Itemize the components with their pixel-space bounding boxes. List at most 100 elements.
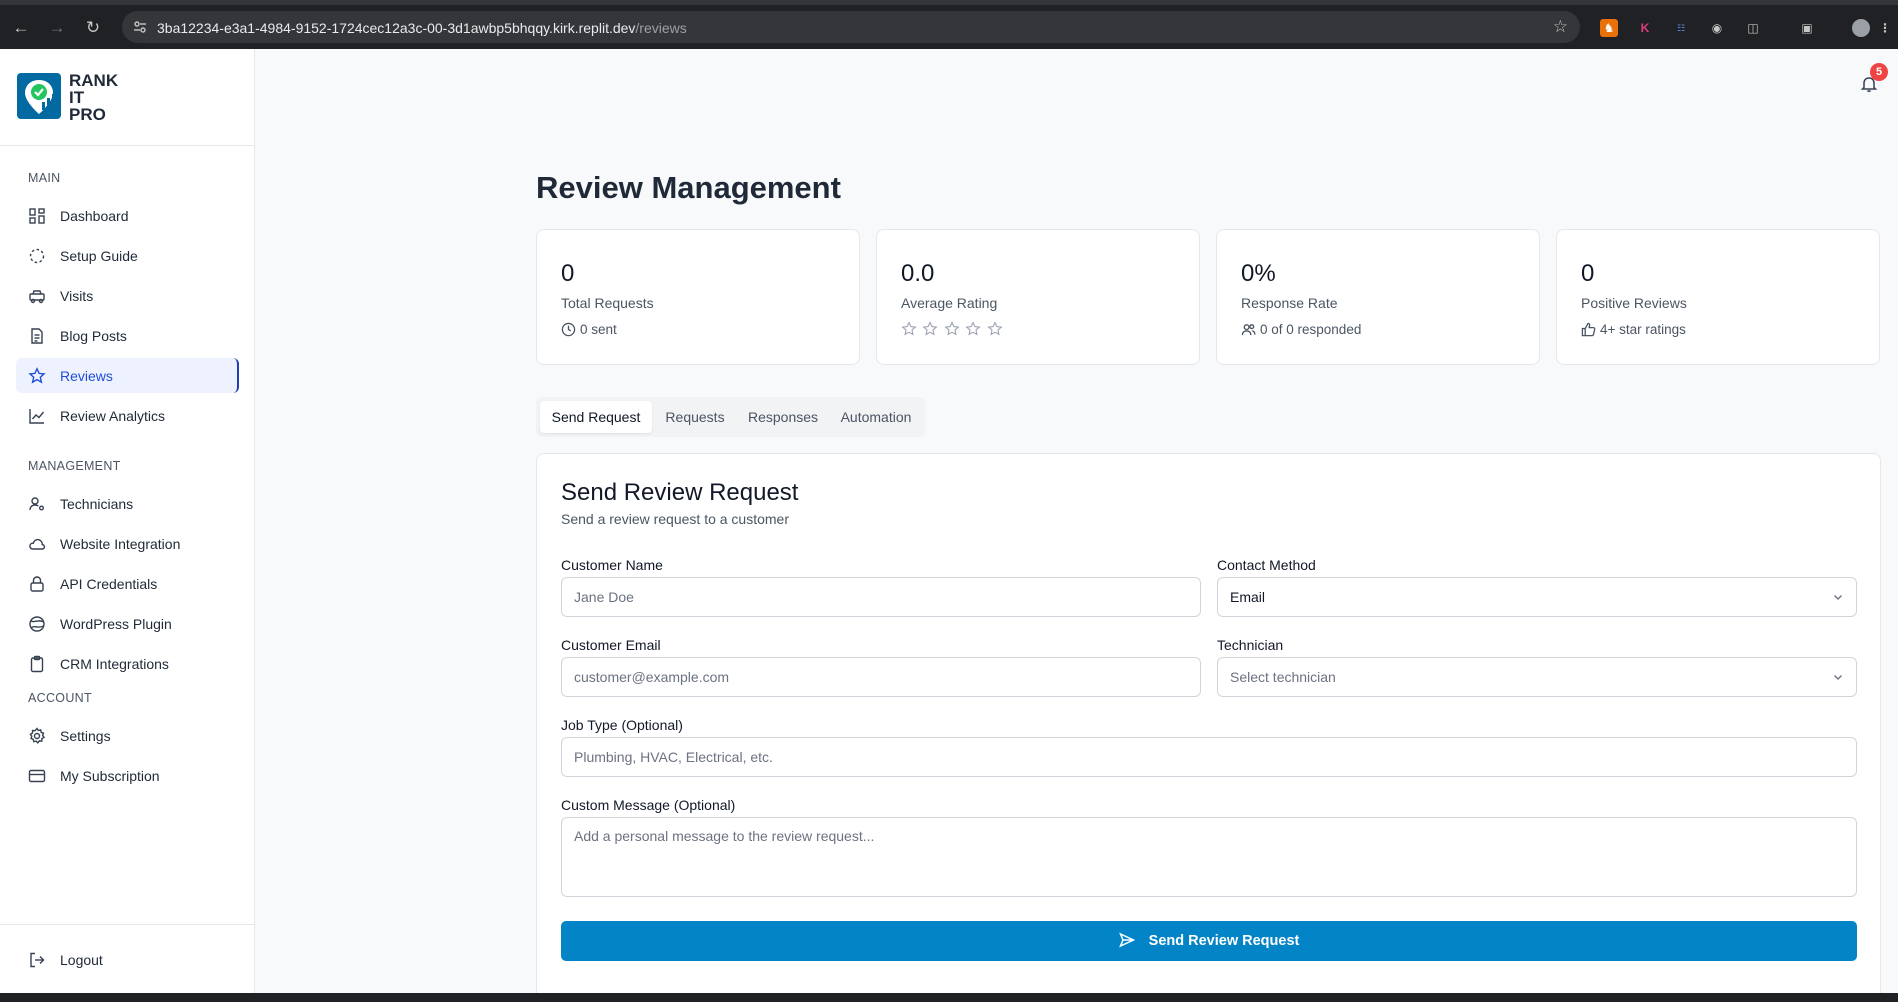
stat-sub: 0 sent	[561, 322, 617, 337]
sidebar-item-label: Technicians	[60, 496, 134, 512]
tab-responses[interactable]: Responses	[736, 401, 830, 433]
stat-card-response-rate: 0% Response Rate 0 of 0 responded	[1216, 229, 1540, 365]
clock-icon	[561, 322, 576, 337]
sidebar-item-blog-posts[interactable]: Blog Posts	[16, 318, 239, 353]
sidebar-item-technicians[interactable]: Technicians	[16, 486, 239, 521]
address-bar[interactable]: 3ba12234-e3a1-4984-9152-1724cec12a3c-00-…	[122, 11, 1580, 43]
stat-value: 0	[561, 260, 575, 287]
cloud-icon	[29, 538, 46, 550]
stat-sub: 4+ star ratings	[1581, 322, 1686, 337]
tab-send-request[interactable]: Send Request	[540, 401, 652, 433]
logout-label: Logout	[60, 952, 103, 968]
send-icon	[1118, 932, 1135, 948]
url-text: 3ba12234-e3a1-4984-9152-1724cec12a3c-00-…	[157, 20, 687, 36]
extension-icon[interactable]: ♞	[1600, 19, 1618, 37]
sidebar-item-label: Dashboard	[60, 208, 129, 224]
extension-icon[interactable]: ☷	[1672, 19, 1690, 37]
stat-value: 0	[1581, 260, 1595, 287]
sidebar-item-setup-guide[interactable]: Setup Guide	[16, 238, 239, 273]
camera-icon[interactable]: ◉	[1708, 19, 1726, 37]
thumbs-up-icon	[1581, 322, 1596, 337]
tab-requests[interactable]: Requests	[655, 401, 735, 433]
custom-message-label: Custom Message (Optional)	[561, 797, 736, 813]
bookmark-star-icon[interactable]: ☆	[1553, 17, 1568, 37]
technician-label: Technician	[1217, 637, 1284, 653]
sidebar-item-label: WordPress Plugin	[60, 616, 172, 632]
sidebar-item-label: Review Analytics	[60, 408, 166, 424]
tab-automation[interactable]: Automation	[831, 401, 921, 433]
forward-arrow-icon[interactable]: →	[46, 17, 68, 39]
sidebar-item-label: CRM Integrations	[60, 656, 169, 672]
sidebar-item-label: Visits	[60, 288, 94, 304]
customer-email-input[interactable]: customer@example.com	[561, 657, 1201, 697]
contact-method-select[interactable]: Email	[1217, 577, 1857, 617]
stat-value: 0%	[1241, 260, 1276, 287]
sidebar-item-settings[interactable]: Settings	[16, 718, 239, 753]
sidebar: RANK IT PRO MAIN Dashboard Setup Guide V…	[0, 49, 255, 993]
sidebar-item-review-analytics[interactable]: Review Analytics	[16, 398, 239, 433]
truck-icon	[29, 290, 45, 304]
user-cog-icon	[29, 497, 44, 511]
sidebar-footer: Logout	[0, 924, 254, 993]
page-title: Review Management	[536, 170, 841, 205]
logout-icon	[30, 952, 45, 968]
gear-icon	[29, 727, 46, 744]
grid-icon	[29, 208, 45, 224]
sidebar-item-label: Reviews	[60, 368, 113, 384]
logout-button[interactable]: Logout	[16, 942, 239, 977]
back-arrow-icon[interactable]: ←	[10, 17, 32, 39]
site-info-icon[interactable]	[132, 19, 148, 35]
section-label-account: ACCOUNT	[28, 691, 92, 705]
customer-email-label: Customer Email	[561, 637, 661, 653]
extension-k-icon[interactable]: K	[1636, 19, 1654, 37]
sidebar-item-label: Website Integration	[60, 536, 181, 552]
profile-avatar[interactable]	[1852, 19, 1870, 37]
sidebar-item-label: Setup Guide	[60, 248, 138, 264]
os-taskbar	[0, 993, 1898, 1002]
file-text-icon	[31, 328, 43, 344]
sidebar-item-visits[interactable]: Visits	[16, 278, 239, 313]
job-type-input[interactable]: Plumbing, HVAC, Electrical, etc.	[561, 737, 1857, 777]
customer-name-input[interactable]: Jane Doe	[561, 577, 1201, 617]
menu-icon[interactable]: ⋮	[1876, 19, 1894, 37]
clipboard-icon	[30, 655, 44, 673]
sidebar-item-reviews[interactable]: Reviews	[16, 358, 239, 393]
sidebar-item-my-subscription[interactable]: My Subscription	[16, 758, 239, 793]
sidebar-item-dashboard[interactable]: Dashboard	[16, 198, 239, 233]
star-outline-icon	[901, 321, 917, 337]
stat-value: 0.0	[901, 260, 935, 287]
loader-icon	[29, 248, 45, 264]
reload-icon[interactable]: ↻	[82, 17, 104, 39]
users-icon	[1241, 324, 1256, 336]
chevron-down-icon	[1834, 675, 1842, 680]
custom-message-textarea[interactable]: Add a personal message to the review req…	[561, 817, 1857, 897]
star-outline-icon	[965, 321, 981, 337]
puzzle-icon[interactable]: ◫	[1744, 19, 1762, 37]
stat-card-positive-reviews: 0 Positive Reviews 4+ star ratings	[1556, 229, 1880, 365]
stat-card-total-requests: 0 Total Requests 0 sent	[536, 229, 860, 365]
sidebar-item-api-credentials[interactable]: API Credentials	[16, 566, 239, 601]
form-description: Send a review request to a customer	[561, 511, 790, 527]
star-outline-icon	[944, 321, 960, 337]
star-icon	[28, 367, 46, 384]
section-label-main: MAIN	[28, 171, 61, 185]
sidebar-item-website-integration[interactable]: Website Integration	[16, 526, 239, 561]
browser-toolbar: ← → ↻ 3ba12234-e3a1-4984-9152-1724cec12a…	[0, 0, 1898, 49]
section-label-management: MANAGEMENT	[28, 459, 121, 473]
notification-badge: 5	[1870, 63, 1888, 81]
tab-list: Send Request Requests Responses Automati…	[536, 397, 925, 437]
sidebar-item-wordpress-plugin[interactable]: WordPress Plugin	[16, 606, 239, 641]
customer-name-label: Customer Name	[561, 557, 663, 573]
sidebar-item-crm-integrations[interactable]: CRM Integrations	[16, 646, 239, 681]
logo-area[interactable]: RANK IT PRO	[0, 49, 254, 146]
send-review-request-button[interactable]: Send Review Request	[561, 921, 1857, 961]
stat-caption: Average Rating	[901, 295, 998, 311]
technician-select[interactable]: Select technician	[1217, 657, 1857, 697]
contact-method-label: Contact Method	[1217, 557, 1316, 573]
line-chart-icon	[29, 409, 45, 424]
side-panel-icon[interactable]: ▣	[1798, 19, 1816, 37]
sidebar-item-label: Settings	[60, 728, 111, 744]
sidebar-item-label: API Credentials	[60, 576, 158, 592]
job-type-label: Job Type (Optional)	[561, 717, 683, 733]
sidebar-item-label: My Subscription	[60, 768, 160, 784]
